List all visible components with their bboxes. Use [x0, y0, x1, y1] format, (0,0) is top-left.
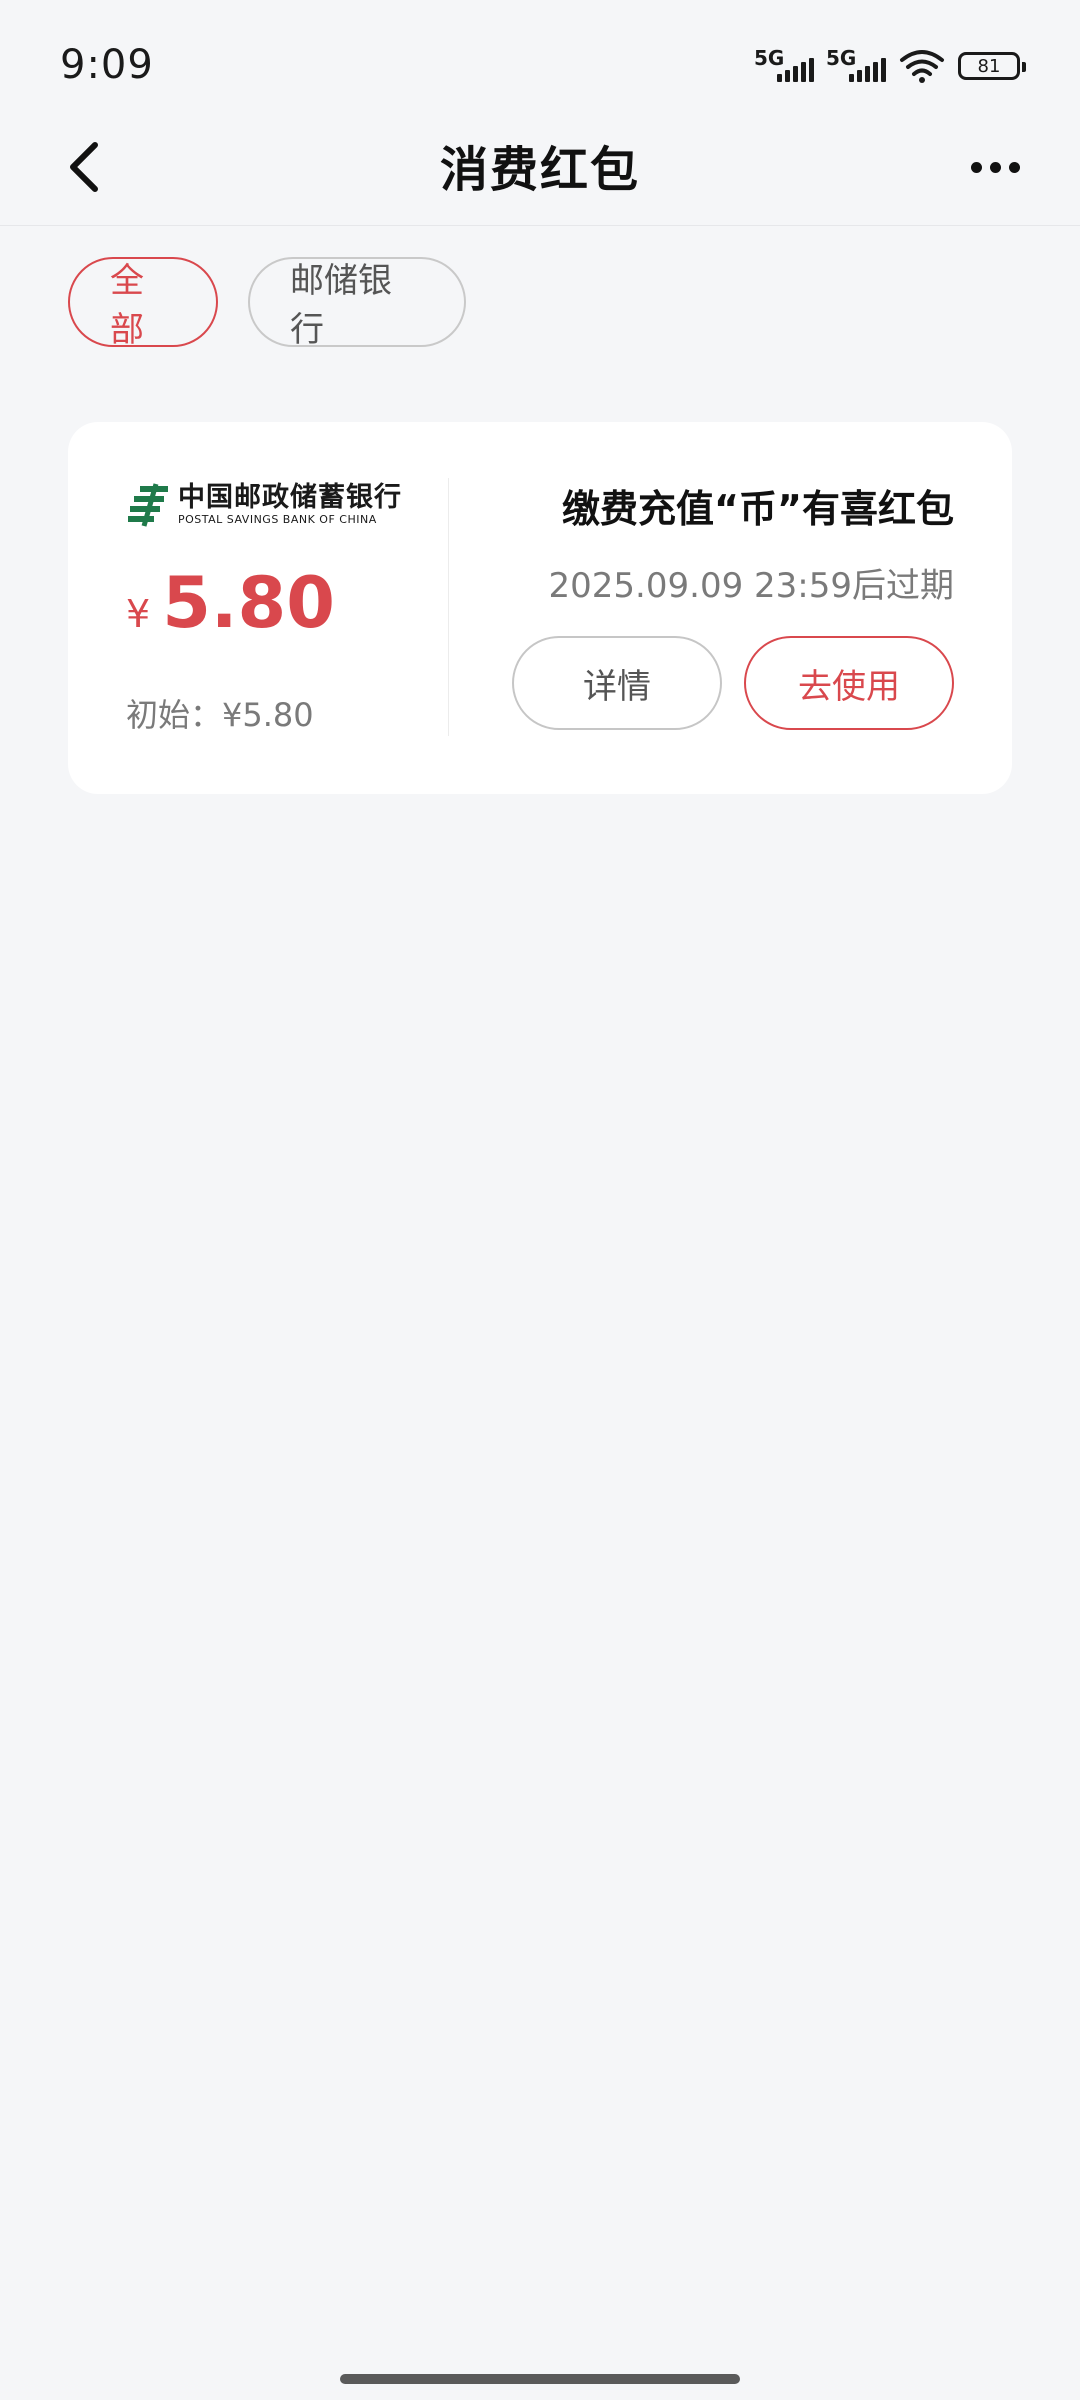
wifi-icon: [900, 50, 944, 83]
filter-chip-psbc[interactable]: 邮储银行: [248, 257, 466, 350]
cellular-signal-icon: 5G: [826, 48, 886, 88]
home-indicator[interactable]: [340, 2374, 740, 2384]
filter-bar: 全部 邮储银行: [68, 257, 466, 350]
page-title: 消费红包: [439, 142, 640, 198]
nav-bar: 消费红包: [0, 110, 1080, 226]
amount-value: 5.80: [162, 562, 335, 644]
bank-name: 中国邮政储蓄银行 POSTAL SAVINGS BANK OF CHINA: [178, 483, 402, 527]
more-dot: [1008, 161, 1020, 173]
status-icons: 5G 5G 81: [754, 48, 1026, 88]
filter-chip-all[interactable]: 全部: [68, 257, 218, 350]
more-dot: [970, 161, 982, 173]
coupon-card-left: 中国邮政储蓄银行 POSTAL SAVINGS BANK OF CHINA ¥ …: [126, 422, 456, 794]
coupon-card[interactable]: 中国邮政储蓄银行 POSTAL SAVINGS BANK OF CHINA ¥ …: [68, 422, 1012, 794]
use-button[interactable]: 去使用: [744, 636, 954, 730]
coupon-card-right: 缴费充值“币”有喜红包 2025.09.09 23:59后过期 详情 去使用: [434, 422, 954, 794]
coupon-title: 缴费充值“币”有喜红包: [562, 487, 954, 531]
battery-level: 81: [977, 55, 1001, 77]
cellular-signal-icon: 5G: [754, 48, 814, 88]
initial-amount: 初始：¥5.80: [126, 696, 314, 734]
bank-name-cn: 中国邮政储蓄银行: [178, 482, 402, 513]
more-dot: [989, 161, 1001, 173]
battery-icon: 81: [958, 52, 1026, 80]
status-time: 9:09: [60, 42, 154, 88]
currency-symbol: ¥: [126, 592, 151, 636]
bank-logo: 中国邮政储蓄银行 POSTAL SAVINGS BANK OF CHINA: [126, 482, 402, 528]
psbc-emblem-icon: [128, 483, 168, 527]
coupon-expiry: 2025.09.09 23:59后过期: [548, 566, 954, 606]
coupon-amount: ¥ 5.80: [126, 562, 335, 644]
detail-button[interactable]: 详情: [512, 636, 722, 730]
more-button[interactable]: [960, 132, 1030, 202]
bank-name-en: POSTAL SAVINGS BANK OF CHINA: [178, 513, 377, 526]
screen: 9:09 5G 5G 81 消费红包 全部 邮储银行 中国邮政储蓄银行 POST…: [0, 0, 1080, 2400]
